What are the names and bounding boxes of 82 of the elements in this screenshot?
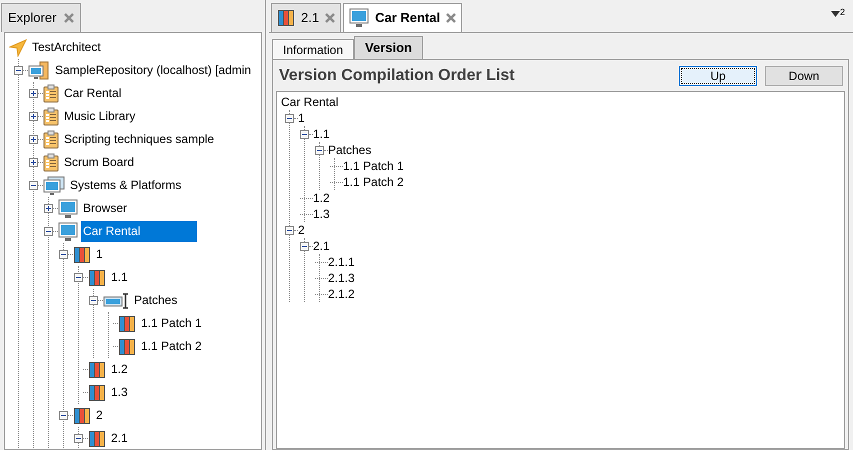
tree-item[interactable]: 1.1 Patch 1 <box>343 157 404 175</box>
move-button[interactable]: Down <box>765 66 843 86</box>
tree-item[interactable]: Car Rental <box>62 83 124 104</box>
collapse-toggle[interactable] <box>89 296 98 305</box>
collapse-toggle[interactable] <box>59 411 68 420</box>
tree-item[interactable]: 1.1 Patch 1 <box>139 313 204 334</box>
tree-item[interactable]: 1.1 Patch 2 <box>343 173 404 191</box>
binders-icon <box>73 406 91 424</box>
tree-item[interactable]: 1.2 <box>313 189 330 207</box>
collapse-toggle[interactable] <box>315 146 324 154</box>
tree-item[interactable]: 2.1 <box>109 428 130 449</box>
expand-toggle[interactable] <box>44 204 53 213</box>
tree-item[interactable]: SampleRepository (localhost) [admin <box>53 60 254 81</box>
collapse-toggle[interactable] <box>14 66 23 75</box>
tree-item[interactable]: 1.1 <box>313 125 330 143</box>
close-icon <box>64 13 74 23</box>
binders-icon <box>88 384 106 402</box>
expand-toggle[interactable] <box>29 158 38 167</box>
tree-item[interactable]: 2 <box>94 405 105 426</box>
monitors-icon <box>43 176 65 196</box>
tree-item[interactable]: 1 <box>298 109 305 127</box>
binders-icon <box>118 314 136 332</box>
tree-item[interactable]: Scripting techniques sample <box>62 129 216 150</box>
tree-item[interactable]: 2.1 <box>313 237 330 255</box>
collapse-toggle[interactable] <box>74 273 83 282</box>
computer-icon <box>28 60 50 80</box>
monitor-icon <box>349 8 370 28</box>
tree-item[interactable]: 2.1.3 <box>328 269 355 287</box>
tree-item[interactable]: 2 <box>298 221 305 239</box>
collapse-toggle[interactable] <box>44 227 53 236</box>
expand-toggle[interactable] <box>29 112 38 121</box>
tree-item[interactable]: 1.2 <box>109 359 130 380</box>
binders-icon <box>88 360 106 378</box>
clipboard-icon <box>43 130 59 149</box>
tree-item[interactable]: Patches <box>132 290 180 311</box>
tree-item[interactable]: TestArchitect <box>30 37 103 58</box>
binders-icon <box>73 246 91 264</box>
clipboard-icon <box>43 84 59 103</box>
close-icon <box>446 13 456 23</box>
tree-item[interactable]: Scrum Board <box>62 152 136 173</box>
collapse-toggle[interactable] <box>59 250 68 259</box>
tree-item[interactable]: Music Library <box>62 106 138 127</box>
explorer-tab[interactable]: Explorer <box>1 3 82 32</box>
binders-icon <box>277 9 295 27</box>
sub-tab[interactable]: Version <box>354 36 423 59</box>
tree-item[interactable]: 1.1 <box>109 267 130 288</box>
tree-item[interactable]: 1.1 Patch 2 <box>139 336 204 357</box>
tree-item[interactable]: 1 <box>94 244 105 265</box>
arrow-icon <box>9 38 27 56</box>
tree-item[interactable]: 2.1.1 <box>328 253 355 271</box>
binders-icon <box>118 338 136 356</box>
editor-tab[interactable]: 2.1 <box>271 3 342 32</box>
binders-icon <box>88 268 106 286</box>
tree-item[interactable]: 1.3 <box>109 382 130 403</box>
collapse-toggle[interactable] <box>74 434 83 443</box>
tree-item[interactable]: Browser <box>81 198 130 219</box>
clipboard-icon <box>43 107 59 126</box>
tab-count[interactable]: 2 <box>840 8 845 17</box>
close-icon <box>325 13 336 23</box>
sub-tab[interactable]: Information <box>272 39 354 59</box>
collapse-toggle[interactable] <box>300 130 309 138</box>
panel-title: Version Compilation Order List <box>279 66 515 86</box>
tree-item[interactable]: Car Rental <box>81 221 197 242</box>
collapse-toggle[interactable] <box>285 226 294 234</box>
monitor-icon <box>58 198 78 218</box>
clipboard-icon <box>43 153 59 172</box>
tree-item[interactable]: 1.3 <box>313 205 330 223</box>
dropdown-icon <box>830 11 840 17</box>
monitor-icon <box>103 292 129 308</box>
expand-toggle[interactable] <box>29 135 38 144</box>
collapse-toggle[interactable] <box>29 181 38 190</box>
binders-icon <box>88 430 106 448</box>
collapse-toggle[interactable] <box>300 242 309 250</box>
expand-toggle[interactable] <box>29 89 38 98</box>
tree-item[interactable]: Car Rental <box>281 93 338 111</box>
move-button[interactable]: Up <box>679 66 757 86</box>
tree-item[interactable]: Patches <box>328 141 372 159</box>
collapse-toggle[interactable] <box>285 114 294 122</box>
editor-tab[interactable]: Car Rental <box>343 3 462 32</box>
tree-item[interactable]: 2.1.2 <box>328 285 355 303</box>
tree-item[interactable]: Systems & Platforms <box>68 175 184 196</box>
monitor-icon <box>58 222 78 242</box>
